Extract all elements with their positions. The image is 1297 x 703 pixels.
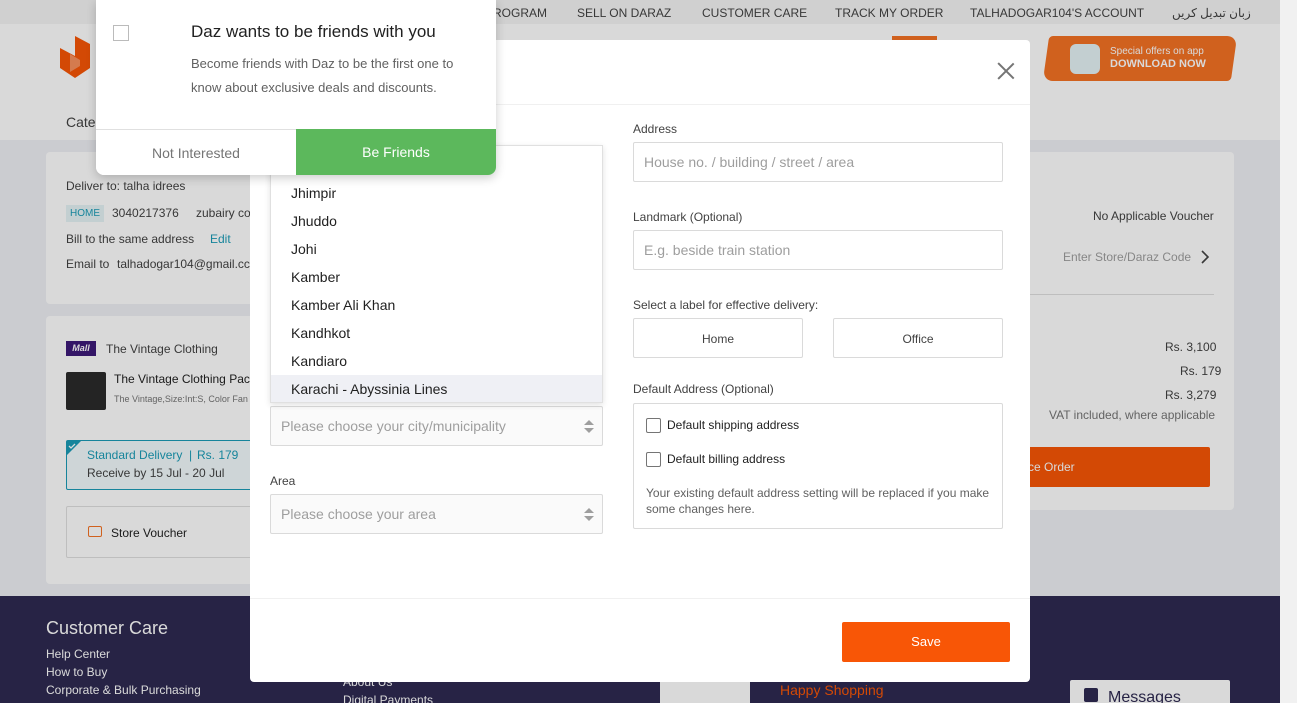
default-shipping-checkbox[interactable] <box>646 418 661 433</box>
label-home-button[interactable]: Home <box>633 318 803 358</box>
city-option-highlighted[interactable]: Karachi - Abyssinia Lines <box>271 375 602 402</box>
address-input[interactable]: House no. / building / street / area <box>633 142 1003 182</box>
label-office-button[interactable]: Office <box>833 318 1003 358</box>
city-option[interactable]: Kandhkot <box>271 319 602 347</box>
city-option[interactable]: Kamber Ali Khan <box>271 291 602 319</box>
default-billing-checkbox[interactable] <box>646 452 661 467</box>
city-select-placeholder: Please choose your city/municipality <box>281 418 506 434</box>
default-address-note: Your existing default address setting wi… <box>646 486 990 516</box>
city-select[interactable]: Please choose your city/municipality <box>270 406 603 446</box>
select-arrows-icon <box>584 508 594 522</box>
address-label: Address <box>633 122 678 136</box>
close-icon[interactable] <box>995 60 1017 82</box>
landmark-input[interactable]: E.g. beside train station <box>633 230 1003 270</box>
default-shipping-label[interactable]: Default shipping address <box>667 418 799 432</box>
city-option[interactable]: Johi <box>271 235 602 263</box>
broken-image-icon <box>113 25 129 41</box>
modal-footer-divider <box>250 598 1030 599</box>
landmark-label: Landmark (Optional) <box>633 210 743 224</box>
push-notification-prompt: Daz wants to be friends with you Become … <box>96 0 496 175</box>
not-interested-button[interactable]: Not Interested <box>96 129 296 175</box>
save-button[interactable]: Save <box>842 622 1010 662</box>
city-dropdown-list[interactable]: Jhimpir Jhuddo Johi Kamber Kamber Ali Kh… <box>270 145 603 403</box>
area-select[interactable]: Please choose your area <box>270 494 603 534</box>
default-billing-label[interactable]: Default billing address <box>667 452 785 466</box>
city-option[interactable]: Kandiaro <box>271 347 602 375</box>
default-address-title: Default Address (Optional) <box>633 382 774 396</box>
city-option[interactable]: Jhuddo <box>271 207 602 235</box>
city-option[interactable]: Jhimpir <box>271 179 602 207</box>
be-friends-button[interactable]: Be Friends <box>296 129 496 175</box>
area-label: Area <box>270 474 296 488</box>
delivery-label-title: Select a label for effective delivery: <box>633 298 819 312</box>
notification-title: Daz wants to be friends with you <box>191 22 436 41</box>
notification-body: Become friends with Daz to be the first … <box>191 56 454 95</box>
city-option[interactable]: Kamber <box>271 263 602 291</box>
area-select-placeholder: Please choose your area <box>281 506 436 522</box>
scrollbar[interactable] <box>1280 0 1297 703</box>
select-arrows-icon <box>584 420 594 434</box>
